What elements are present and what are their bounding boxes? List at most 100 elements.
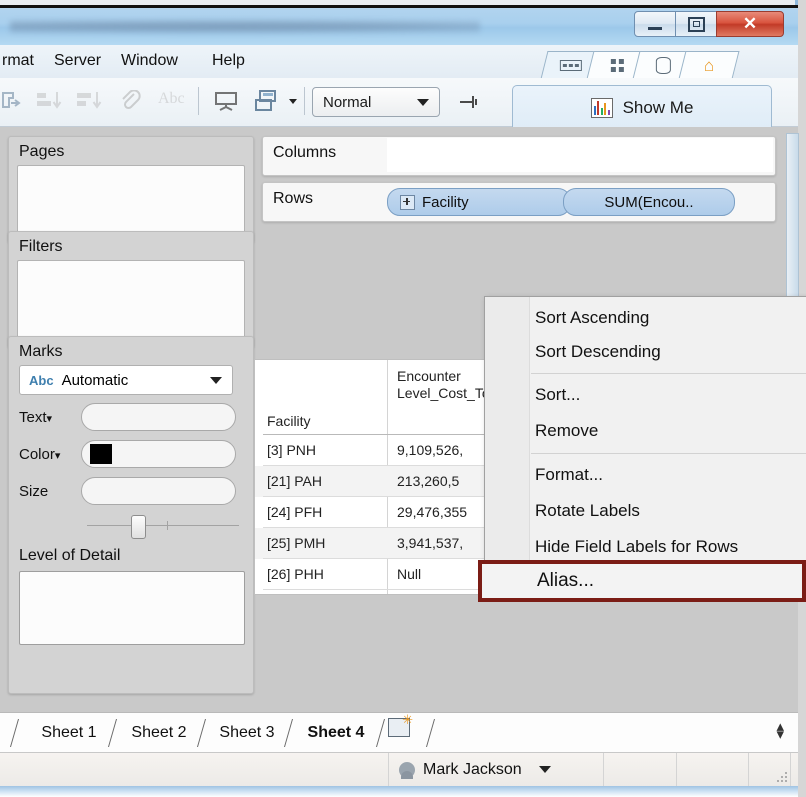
mark-type-dropdown[interactable]: Abc Automatic [19, 365, 233, 395]
row-facility: [24] PFH [267, 504, 322, 520]
expand-plus-icon[interactable] [400, 195, 415, 210]
context-menu-gutter [485, 297, 530, 566]
chevron-down-icon [539, 766, 551, 773]
pill-sum-encounter[interactable]: SUM(Encou.. [563, 188, 735, 216]
menu-item-sort-descending[interactable]: Sort Descending [531, 335, 806, 369]
header-facility[interactable]: Facility [267, 413, 311, 429]
status-cell-1 [604, 753, 677, 787]
menu-item-sort-ascending[interactable]: Sort Ascending [531, 301, 806, 335]
menu-item-help[interactable]: Help [212, 52, 245, 70]
sort-descending-icon[interactable] [76, 90, 102, 117]
menu-item-rotate-labels[interactable]: Rotate Labels [531, 494, 806, 528]
columns-drop-area[interactable] [387, 138, 773, 172]
new-worksheet-icon[interactable] [388, 718, 410, 737]
filters-card: Filters [8, 231, 254, 348]
fit-dropdown-icon[interactable] [288, 90, 298, 117]
duplicate-sheet-icon[interactable] [0, 90, 22, 117]
menu-item-alias-label: Alias... [537, 570, 594, 592]
pages-label: Pages [19, 143, 64, 161]
text-shelf-row: Text▾ [19, 403, 236, 431]
view-mode-value: Normal [323, 94, 371, 111]
pages-card: Pages [8, 136, 254, 243]
presentation-icon[interactable] [214, 90, 238, 117]
pill-facility[interactable]: Facility [387, 188, 571, 216]
status-bar: Mark Jackson [0, 752, 798, 787]
sheet-tab-1[interactable]: Sheet 1 [26, 717, 112, 749]
view-mode-dropdown[interactable]: Normal [312, 87, 440, 117]
user-name: Mark Jackson [423, 761, 522, 779]
color-shelf-box[interactable] [81, 440, 236, 468]
menu-separator [531, 373, 806, 374]
level-of-detail-label: Level of Detail [19, 547, 120, 565]
menu-item-alias[interactable]: Alias... [478, 560, 806, 602]
marks-label: Marks [19, 343, 63, 361]
chevron-down-icon [210, 377, 222, 384]
sort-ascending-icon[interactable] [36, 90, 62, 117]
mark-type-value: Automatic [62, 372, 129, 389]
maximize-button[interactable] [675, 11, 717, 37]
minimize-icon [648, 27, 662, 30]
slider-handle[interactable] [131, 515, 146, 539]
row-facility: [25] PMH [267, 535, 325, 551]
resize-grip[interactable] [776, 771, 788, 783]
status-cell-2 [676, 753, 749, 787]
caret-down-icon: ▾ [55, 450, 61, 462]
fit-icon[interactable] [254, 90, 280, 117]
user-icon [399, 762, 415, 778]
menu-item-window[interactable]: Window [121, 52, 178, 70]
color-shelf-label[interactable]: Color▾ [19, 446, 81, 463]
database-icon [655, 57, 670, 74]
menu-item-sort[interactable]: Sort... [531, 378, 806, 412]
window-bottom-edge [0, 786, 798, 797]
show-me-button[interactable]: Show Me [512, 85, 772, 129]
text-shelf-label-text: Text [19, 409, 47, 426]
size-shelf-box[interactable] [81, 477, 236, 505]
sheet-tab-2[interactable]: Sheet 2 [116, 717, 202, 749]
text-shelf-label[interactable]: Text▾ [19, 409, 81, 426]
level-of-detail-shelf[interactable] [19, 571, 245, 645]
menu-item-format[interactable]: rmat [2, 52, 34, 70]
rows-shelf[interactable]: Rows Facility SUM(Encou.. [262, 182, 776, 222]
menu-item-remove[interactable]: Remove [531, 414, 806, 448]
row-facility: [26] PHH [267, 566, 324, 582]
show-me-icon [591, 98, 613, 118]
window-title [10, 18, 480, 35]
home-tab[interactable]: ⌂ [679, 51, 740, 79]
color-swatch[interactable] [90, 444, 112, 464]
row-value: 29,476,355 [397, 504, 467, 520]
abc-label-text: Abc [158, 90, 185, 107]
pill-sum-encounter-label: SUM(Encou.. [604, 194, 693, 211]
pages-shelf[interactable] [17, 165, 245, 235]
caret-down-icon: ▾ [47, 413, 53, 425]
filters-shelf[interactable] [17, 260, 245, 340]
text-shelf-box[interactable] [81, 403, 236, 431]
menu-item-server[interactable]: Server [54, 52, 101, 70]
tab-scroll-button[interactable]: ▴▾ [776, 723, 784, 739]
chevron-down-icon [417, 99, 429, 106]
sheet-tab-3[interactable]: Sheet 3 [204, 717, 290, 749]
size-slider[interactable] [87, 515, 239, 537]
columns-shelf[interactable]: Columns [262, 136, 776, 176]
highlight-icon[interactable] [119, 90, 141, 117]
close-icon: ✕ [743, 14, 757, 34]
user-dropdown[interactable]: Mark Jackson [388, 753, 604, 787]
abc-labels-icon[interactable]: Abc [158, 90, 185, 108]
row-value: 3,941,537, [397, 535, 463, 551]
toolbar-separator-2 [304, 87, 305, 115]
menu-item-format[interactable]: Format... [531, 458, 806, 492]
size-shelf-label: Size [19, 483, 81, 500]
color-shelf-row: Color▾ [19, 440, 236, 468]
list-icon [560, 60, 582, 71]
pin-icon[interactable] [458, 92, 480, 117]
row-value: 9,109,526, [397, 442, 463, 458]
close-button[interactable]: ✕ [716, 11, 784, 37]
minimize-button[interactable] [634, 11, 676, 37]
menu-item-hide-field-labels[interactable]: Hide Field Labels for Rows [531, 530, 806, 564]
rows-label: Rows [273, 190, 313, 208]
application-window: ✕ rmat Server Window Help ⌂ [0, 0, 806, 797]
context-menu: Sort Ascending Sort Descending Sort... R… [484, 296, 806, 567]
sheet-tab-4[interactable]: Sheet 4 [292, 717, 380, 749]
grid-icon [610, 59, 623, 72]
slider-tick [167, 521, 168, 530]
maximize-icon [688, 17, 705, 32]
